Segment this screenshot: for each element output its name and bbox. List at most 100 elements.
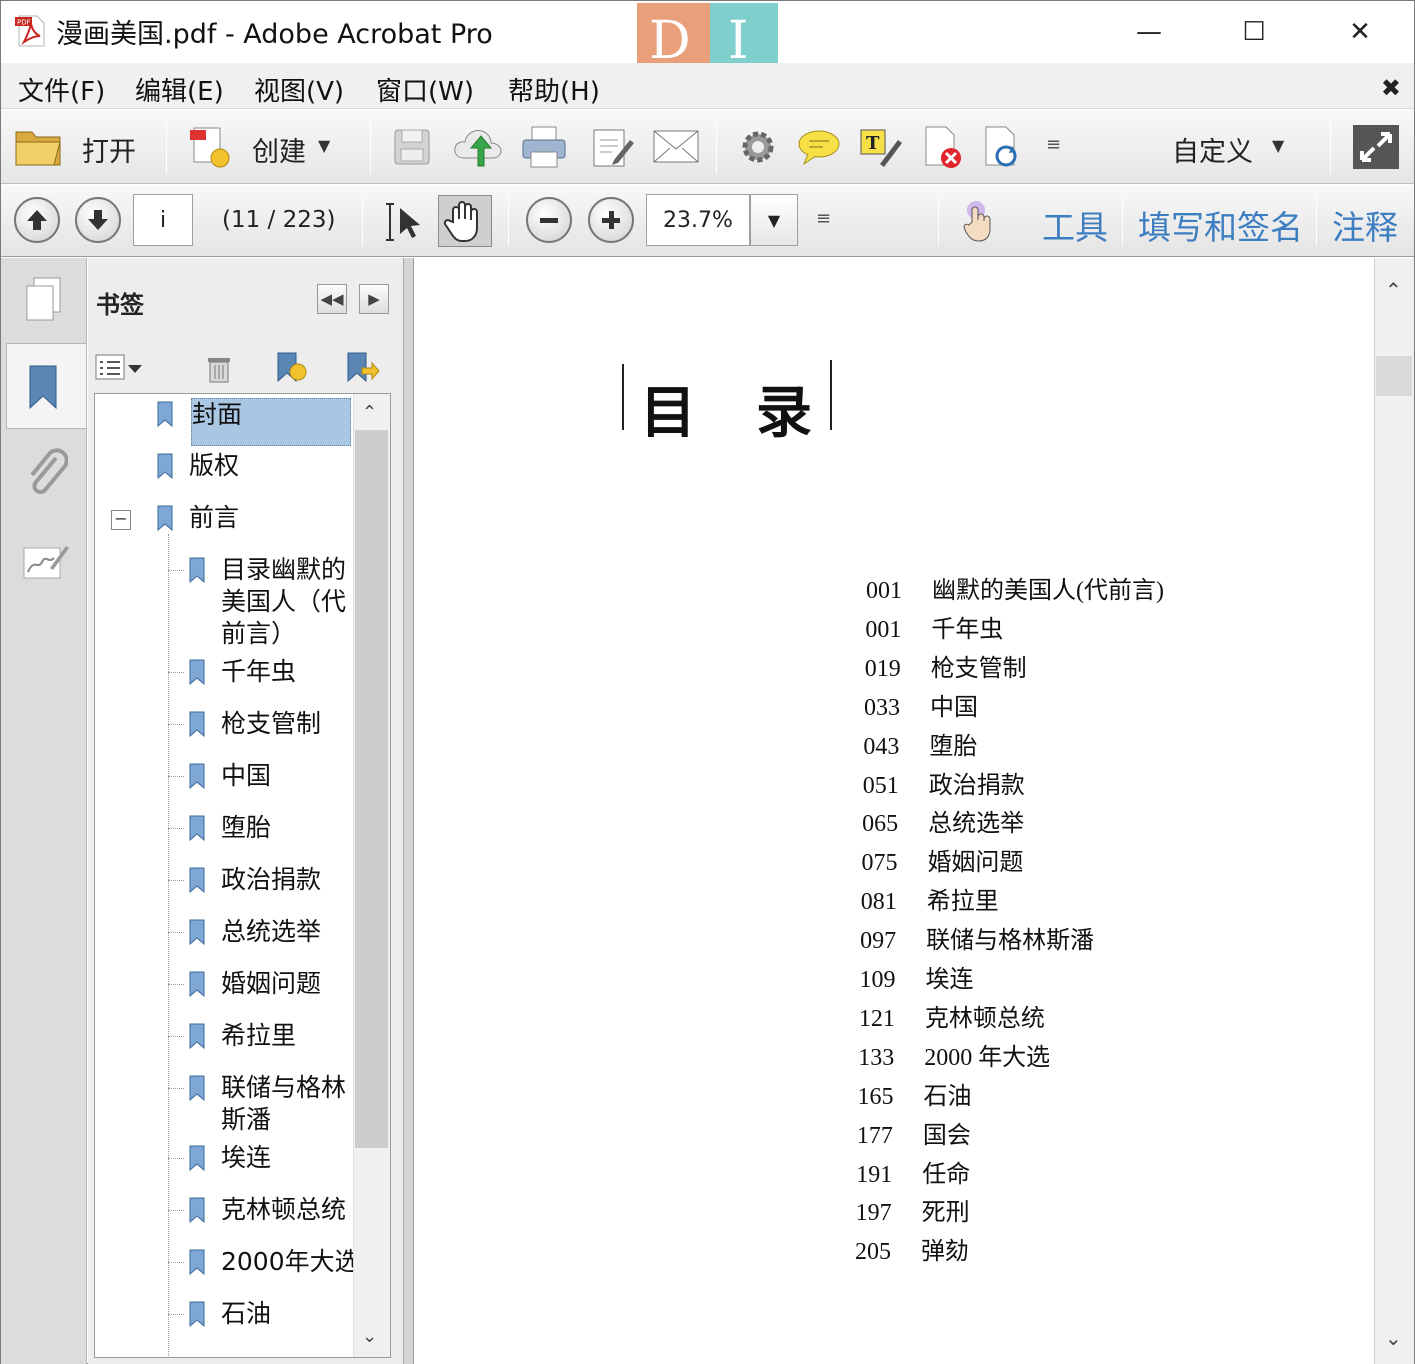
save-icon[interactable] — [392, 127, 432, 167]
toc-row: 197 死刑 — [856, 1192, 970, 1227]
delete-pdf-icon[interactable] — [920, 124, 966, 170]
menu-window[interactable]: 窗口(W) — [376, 71, 474, 108]
toc-row: 191 任命 — [856, 1154, 970, 1189]
bookmark-item[interactable]: 中国 — [221, 760, 271, 792]
open-button[interactable]: 打开 — [82, 130, 136, 169]
print-icon[interactable] — [520, 124, 568, 170]
page-thumbnails-icon[interactable] — [22, 276, 66, 324]
tools-panel-link[interactable]: 工具 — [1042, 201, 1108, 249]
customize-button[interactable]: 自定义 — [1172, 130, 1253, 169]
bookmark-label: 封面 — [192, 400, 243, 429]
signature-icon[interactable] — [22, 538, 70, 584]
bookmark-item[interactable]: 石油 — [221, 1298, 271, 1330]
pane-splitter[interactable] — [404, 258, 414, 1364]
document-scrollbar-thumb[interactable] — [1376, 356, 1412, 396]
new-bookmark-icon[interactable] — [274, 350, 308, 386]
previous-page-button[interactable] — [14, 197, 60, 243]
zoom-input[interactable]: 23.7% — [646, 194, 750, 246]
bookmark-item[interactable]: 目录幽默的 美国人（代 前言） — [221, 554, 346, 650]
scroll-up-icon[interactable]: ⌃ — [1385, 278, 1402, 302]
collapse-toggle[interactable]: − — [111, 510, 131, 530]
comment-icon[interactable] — [796, 126, 842, 168]
close-button[interactable]: ✕ — [1335, 10, 1385, 54]
menu-close-icon[interactable]: ✖ — [1381, 74, 1401, 102]
bookmark-icon — [157, 453, 173, 480]
menu-help[interactable]: 帮助(H) — [508, 71, 600, 108]
hand-tool-button[interactable] — [438, 195, 492, 247]
more-tools-icon[interactable]: ≡ — [1046, 134, 1061, 155]
bookmark-options-icon[interactable] — [94, 353, 146, 383]
bookmark-item[interactable]: 总统选举 — [221, 916, 321, 948]
create-button[interactable]: 创建 — [252, 130, 306, 169]
create-pdf-icon[interactable] — [188, 124, 234, 170]
bookmark-icon — [189, 763, 205, 790]
menu-edit[interactable]: 编辑(E) — [135, 71, 224, 108]
toc-row: 051 政治捐款 — [863, 765, 1025, 800]
toc-entry-title: 克林顿总统 — [924, 1005, 1045, 1032]
scroll-up-icon[interactable]: ⌃ — [362, 402, 377, 423]
bookmark-item[interactable]: 联储与格林 斯潘 — [221, 1072, 346, 1136]
reload-icon[interactable] — [980, 124, 1026, 170]
bookmark-icon — [189, 919, 205, 946]
document-scrollbar[interactable] — [1374, 258, 1414, 1364]
page-number-input[interactable]: i — [133, 194, 193, 246]
toc-row: 019 枪支管制 — [865, 648, 1027, 683]
trash-icon[interactable] — [204, 352, 234, 384]
bookmark-item[interactable]: 前言 — [189, 502, 239, 534]
chevron-down-icon[interactable]: ▼ — [318, 136, 330, 155]
cloud-upload-icon[interactable] — [452, 124, 504, 170]
gear-icon[interactable] — [738, 127, 778, 167]
hand-icon — [443, 201, 478, 242]
zoom-in-button[interactable] — [588, 197, 634, 243]
more-tools-icon[interactable]: ≡ — [816, 208, 831, 229]
toc-entry-title: 幽默的美国人(代前言) — [932, 578, 1164, 604]
maximize-button[interactable]: ☐ — [1229, 10, 1279, 54]
scroll-down-icon[interactable]: ⌄ — [362, 1326, 377, 1347]
attachment-icon[interactable] — [22, 448, 68, 498]
bookmark-item[interactable]: 政治捐款 — [221, 864, 321, 896]
toc-page-number: 097 — [860, 928, 897, 955]
bookmark-item[interactable]: 版权 — [189, 450, 239, 482]
bookmark-label: 埃连 — [221, 1143, 272, 1172]
toc-entry-title: 埃连 — [925, 967, 974, 993]
menu-view[interactable]: 视图(V) — [254, 71, 344, 108]
toc-row: 121 克林顿总统 — [859, 998, 1045, 1033]
bookmark-goto-icon[interactable] — [344, 350, 380, 386]
zoom-dropdown-button[interactable]: ▼ — [750, 194, 798, 246]
scroll-down-icon[interactable]: ⌄ — [1385, 1326, 1402, 1350]
bookmark-item[interactable]: 2000年大选 — [221, 1246, 360, 1278]
toc-row: 075 婚姻问题 — [861, 842, 1023, 877]
bookmark-item[interactable]: 埃连 — [221, 1142, 271, 1174]
typewriter-icon[interactable]: T — [858, 124, 904, 170]
svg-text:PDF: PDF — [17, 19, 31, 27]
bookmark-item[interactable]: 千年虫 — [221, 656, 296, 688]
bookmark-label: 斯潘 — [221, 1105, 272, 1134]
comment-panel-link[interactable]: 注释 — [1332, 201, 1398, 249]
bookmarks-scrollbar-thumb[interactable] — [355, 430, 388, 1148]
email-icon[interactable] — [652, 128, 700, 166]
bookmark-icon — [189, 1301, 205, 1328]
bookmark-label: 总统选举 — [221, 917, 322, 946]
next-page-button[interactable] — [75, 197, 121, 243]
menu-file[interactable]: 文件(F) — [18, 71, 105, 108]
edit-icon[interactable] — [590, 124, 636, 170]
bookmark-item[interactable]: 堕胎 — [221, 812, 271, 844]
bookmark-item[interactable]: 克林顿总统 — [221, 1194, 346, 1226]
panel-menu-button[interactable]: ▶ — [359, 284, 389, 314]
collapse-panel-button[interactable]: ◀◀ — [317, 284, 347, 314]
minimize-button[interactable]: — — [1124, 10, 1174, 54]
bookmark-icon — [189, 557, 205, 584]
expand-icon[interactable] — [1352, 124, 1400, 170]
select-cursor-icon[interactable] — [384, 200, 424, 244]
folder-icon[interactable] — [14, 126, 64, 168]
touch-mode-icon[interactable] — [958, 198, 998, 244]
chevron-down-icon[interactable]: ▼ — [1272, 136, 1284, 155]
toc-row: 081 希拉里 — [861, 881, 999, 916]
bookmark-item[interactable]: 婚姻问题 — [221, 968, 321, 1000]
bookmark-item[interactable]: 枪支管制 — [221, 708, 321, 740]
zoom-out-button[interactable] — [526, 197, 572, 243]
bookmark-item[interactable]: 希拉里 — [221, 1020, 296, 1052]
fill-sign-panel-link[interactable]: 填写和签名 — [1138, 201, 1303, 249]
bookmark-item[interactable]: 封面 — [191, 398, 351, 446]
tree-guide-line — [168, 534, 169, 1357]
